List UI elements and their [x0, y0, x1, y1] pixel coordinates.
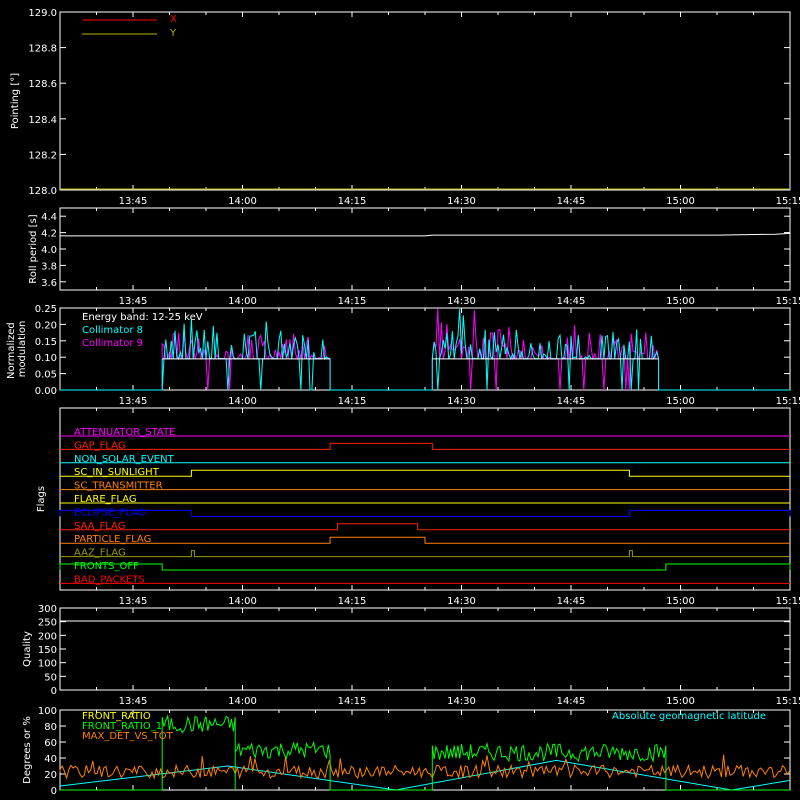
x-tick-label: 14:45 — [557, 696, 586, 707]
x-tick-label: 14:30 — [447, 696, 476, 707]
y-tick-label: 200 — [38, 631, 57, 642]
y-tick-label: 4.0 — [41, 245, 57, 256]
x-tick-label: 14:15 — [338, 596, 367, 607]
x-tick-label: 13:45 — [119, 596, 148, 607]
y-tick-label: 0.05 — [35, 370, 57, 381]
x-tick-label: 15:15 — [776, 396, 800, 407]
y-tick-label: 100 — [38, 659, 57, 670]
x-tick-label: 14:30 — [447, 396, 476, 407]
x-tick-label: 14:00 — [228, 196, 257, 207]
x-tick-label: 14:15 — [338, 196, 367, 207]
y-tick-label: 0 — [51, 786, 57, 797]
x-tick-label: 14:45 — [557, 596, 586, 607]
y-tick-label: 80 — [44, 722, 57, 733]
y-tick-label: 150 — [38, 645, 57, 656]
x-tick-label: 14:30 — [447, 196, 476, 207]
x-tick-label: 13:45 — [119, 396, 148, 407]
x-tick-label: 14:00 — [228, 596, 257, 607]
y-tick-label: 0 — [51, 686, 57, 697]
y-tick-label: 3.8 — [41, 261, 57, 272]
x-tick-label: 14:45 — [557, 396, 586, 407]
y-tick-label: 300 — [38, 604, 57, 615]
x-tick-label: 14:45 — [557, 296, 586, 307]
x-tick-label: 14:15 — [338, 396, 367, 407]
x-tick-label: 14:30 — [447, 596, 476, 607]
y-tick-label: 3.6 — [41, 278, 57, 289]
x-tick-label: 13:45 — [119, 696, 148, 707]
x-tick-label: 14:45 — [557, 196, 586, 207]
x-tick-label: 14:00 — [228, 396, 257, 407]
y-tick-label: 0.15 — [35, 337, 57, 348]
ratio-ylabel: Degrees or % — [22, 716, 33, 784]
x-tick-label: 15:00 — [666, 696, 695, 707]
x-tick-label: 13:45 — [119, 196, 148, 207]
pointing-ylabel: Pointing [°] — [10, 73, 21, 129]
modulation-ylabel: Normalized modulation — [6, 319, 28, 379]
roll-ylabel: Roll period [s] — [28, 214, 39, 283]
x-tick-label: 15:15 — [776, 196, 800, 207]
x-tick-label: 15:00 — [666, 296, 695, 307]
y-tick-label: 128.0 — [28, 186, 57, 197]
x-tick-label: 15:15 — [776, 596, 800, 607]
x-tick-label: 14:30 — [447, 296, 476, 307]
y-tick-label: 4.2 — [41, 229, 57, 240]
x-tick-label: 15:15 — [776, 696, 800, 707]
flag-label: ECLIPSE_FLAG — [74, 507, 145, 518]
quality-ylabel: Quality — [22, 631, 33, 667]
y-tick-label: 60 — [44, 738, 57, 749]
x-tick-label: 15:00 — [666, 596, 695, 607]
x-tick-label: 14:00 — [228, 696, 257, 707]
latitude-label: Absolute geomagnetic latitude — [612, 711, 766, 722]
x-tick-label: 15:00 — [666, 396, 695, 407]
flag-label: FRONTS_OFF — [74, 561, 139, 572]
x-tick-label: 15:00 — [666, 196, 695, 207]
y-tick-label: 128.4 — [28, 115, 57, 126]
rhessi-quicklook-plot: Pointing [°] 128.0 128.2 128.4 128.6 128.8 12… — [0, 0, 800, 800]
y-tick-label: 0.20 — [35, 320, 57, 331]
legend-x-label: X — [170, 14, 177, 25]
y-tick-label: 20 — [44, 770, 57, 781]
modulation-ylabel-line1: Normalized — [6, 322, 17, 379]
x-tick-label: 15:15 — [776, 296, 800, 307]
y-tick-label: 100 — [38, 706, 57, 717]
y-tick-label: 0.10 — [35, 353, 57, 364]
y-tick-label: 4.4 — [41, 212, 57, 223]
modulation-ylabel-line2: modulation — [17, 321, 28, 378]
y-tick-label: 0.25 — [35, 304, 57, 315]
y-tick-label: 0.00 — [35, 386, 57, 397]
x-tick-label: 14:15 — [338, 696, 367, 707]
x-tick-label: 14:00 — [228, 296, 257, 307]
x-tick-label: 14:15 — [338, 296, 367, 307]
legend-collimator8: Collimator 8 — [82, 325, 143, 336]
y-tick-label: 128.8 — [28, 44, 57, 55]
y-tick-label: 40 — [44, 754, 57, 765]
y-tick-label: 129.0 — [28, 8, 57, 19]
legend-max-det: MAX_DET_VS_TOT — [82, 731, 174, 742]
y-tick-label: 50 — [44, 672, 57, 683]
y-tick-label: 128.2 — [28, 150, 57, 161]
legend-y-label: Y — [169, 28, 177, 39]
flags-ylabel: Flags — [36, 486, 47, 512]
legend-collimator9: Collimator 9 — [82, 338, 143, 349]
energy-band-label: Energy band: 12-25 keV — [82, 312, 203, 323]
y-tick-label: 128.6 — [28, 79, 57, 90]
x-tick-label: 13:45 — [119, 296, 148, 307]
y-tick-label: 250 — [38, 618, 57, 629]
